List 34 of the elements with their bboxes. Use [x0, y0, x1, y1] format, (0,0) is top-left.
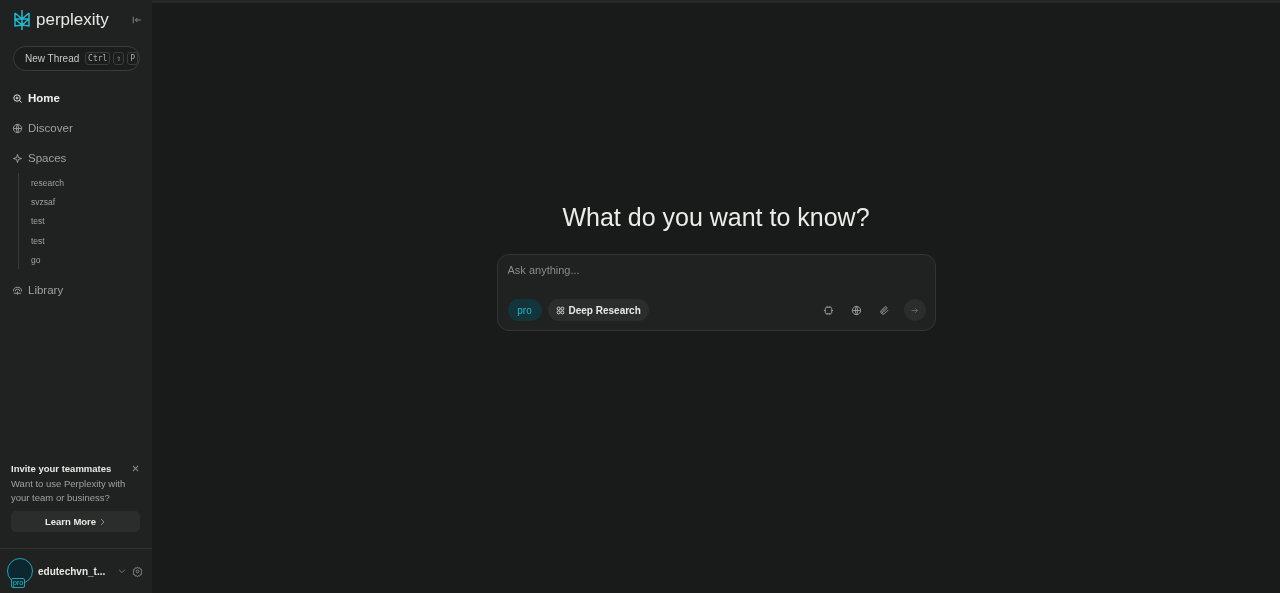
user-name[interactable]: edutechvn_t... — [38, 565, 112, 577]
deep-research-button[interactable]: Deep Research — [547, 299, 649, 321]
grid-icon — [555, 305, 565, 315]
search-box[interactable]: Ask anything... pro Deep Research — [496, 254, 936, 331]
invite-text: Want to use Perplexity with your team or business? — [11, 477, 127, 504]
arrow-right-icon — [910, 305, 919, 315]
key-hint: Ctrl — [85, 52, 111, 65]
nav-item[interactable]: Discover — [12, 113, 152, 143]
sparkle-icon — [12, 152, 23, 164]
pro-toggle[interactable]: pro — [507, 299, 542, 321]
main-heading: What do you want to know? — [562, 203, 870, 232]
settings-icon[interactable] — [132, 565, 143, 577]
brand-name: perplexity — [36, 10, 109, 30]
nav-item[interactable]: Home — [12, 83, 152, 113]
space-item[interactable]: test — [31, 230, 152, 251]
nav-item[interactable]: Library — [12, 275, 152, 306]
key-hint: ⇧ — [113, 52, 125, 65]
chevron-down-icon[interactable] — [117, 566, 127, 576]
logo-icon — [12, 9, 32, 31]
space-item[interactable]: svzsaf — [31, 192, 152, 212]
library-icon — [12, 285, 23, 296]
invite-title: Invite your teammates — [11, 463, 112, 474]
space-item[interactable]: research — [31, 173, 152, 193]
space-item[interactable]: test — [31, 211, 152, 231]
new-thread-button[interactable]: New Thread Ctrl ⇧ P — [13, 46, 140, 71]
globe-icon — [12, 122, 23, 134]
learn-more-button[interactable]: Learn More — [11, 511, 140, 532]
collapse-icon[interactable] — [132, 15, 142, 25]
search-icon — [12, 92, 23, 104]
nav-item[interactable]: Spaces — [12, 143, 152, 173]
key-hint: P — [127, 52, 138, 65]
close-button[interactable] — [131, 464, 140, 473]
chevron-right-icon — [100, 517, 107, 526]
space-item[interactable]: go — [31, 250, 152, 270]
